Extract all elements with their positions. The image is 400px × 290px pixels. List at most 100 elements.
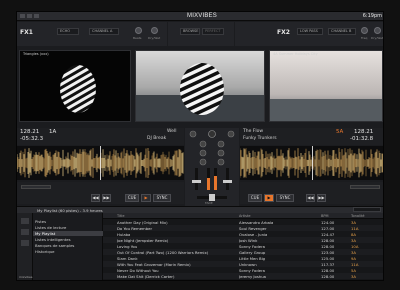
track-list: Title Artiste BPM Tonalité Another Day (…: [103, 213, 383, 280]
title-bar: MIXVIBES 6:19pm: [17, 12, 383, 21]
settings-icon[interactable]: [27, 14, 32, 18]
tree-item-history[interactable]: Historique: [35, 249, 54, 254]
layout-icon[interactable]: [34, 14, 39, 18]
track-artist: Jeremy Joshua: [239, 274, 266, 279]
deck-b-bpm: 128.21: [354, 129, 374, 135]
deck-a-header: 128.21 1A -05:32.3 Well DJ Break: [17, 128, 184, 145]
menu-icon[interactable]: [20, 14, 25, 18]
deck-b-loop-bar[interactable]: [350, 185, 380, 189]
deck-b-next-button[interactable]: ▶▶: [317, 194, 326, 202]
deck-b-prev-button[interactable]: ◀◀: [306, 194, 315, 202]
vu-meter-a-level: [207, 178, 210, 190]
tree-item-my-playlist[interactable]: My Playlist: [33, 231, 103, 236]
deck-b-key: 5A: [336, 129, 344, 135]
deck-a-key: 1A: [49, 129, 57, 135]
fx1-drywet-knob[interactable]: [151, 27, 158, 34]
deck-a-time: -05:32.3: [20, 136, 44, 142]
library-icon[interactable]: [21, 218, 29, 224]
video-right-title: 4A Summer Holidays City: [273, 52, 318, 56]
deck-b-cue-button[interactable]: CUE: [248, 194, 262, 202]
high-knob-b[interactable]: [217, 140, 225, 148]
table-row[interactable]: Make Dat Shit (Derrick Carter) Jeremy Jos…: [103, 273, 383, 279]
streaming-icon[interactable]: [21, 240, 29, 246]
master-knob[interactable]: [208, 130, 216, 138]
deck-b-time: -01:32.8: [350, 136, 374, 142]
track-rows: Another Day (Original Mix) Alessandro Arb…: [103, 219, 383, 280]
channel-fader-a-track: [195, 168, 198, 190]
video-preview-center: [135, 50, 265, 122]
channel-fader-b[interactable]: [223, 180, 232, 183]
track-bpm: 128.00: [321, 274, 335, 279]
low-knob-b[interactable]: [217, 158, 225, 166]
high-knob-a[interactable]: [199, 140, 207, 148]
deck-a-loop-bar[interactable]: [21, 185, 51, 189]
column-title[interactable]: Title: [117, 214, 125, 218]
striped-shape-image: [60, 65, 96, 113]
video-left-title: Triangles (xxx): [23, 52, 49, 56]
gain-knob-b[interactable]: [227, 130, 235, 138]
mixer-controls-graphic: [189, 130, 235, 201]
track-title: Make Dat Shit (Derrick Carter): [117, 274, 175, 279]
deck-b-waveform[interactable]: [240, 146, 383, 180]
fx1-drywet-label: Dry/Wet: [148, 36, 161, 40]
channel-fader-b-track: [226, 168, 229, 190]
explorer-icon[interactable]: [21, 229, 29, 235]
deck-a-transport: ◀◀ ▶▶ CUE ▶ SYNC: [17, 182, 184, 204]
column-artist[interactable]: Artiste: [239, 214, 251, 218]
window-controls: [20, 14, 39, 18]
clock: 6:19pm: [362, 13, 382, 19]
waveform-a-graphic: [17, 146, 184, 180]
fx2-panel: FX2 LOW PASS CHANNEL B Freq Dry/Wet: [235, 22, 384, 46]
library-tree: Pistes Listes de lecture My Playlist Lis…: [33, 213, 103, 280]
deck-a-next-button[interactable]: ▶▶: [102, 194, 111, 202]
mid-knob-a[interactable]: [199, 149, 207, 157]
crossfader-label: FADE: [205, 201, 213, 205]
gain-knob-a[interactable]: [189, 130, 197, 138]
fx1-effect-select[interactable]: ECHO: [57, 28, 79, 35]
low-knob-a[interactable]: [199, 158, 207, 166]
deck-a-title: Well: [167, 129, 177, 134]
tab-browse[interactable]: BROWSE: [180, 28, 200, 35]
tab-perfect[interactable]: PERFECT: [202, 28, 224, 35]
fx2-effect-select[interactable]: LOW PASS: [297, 28, 323, 35]
deck-a-cue-button[interactable]: CUE: [125, 194, 139, 202]
deck-b-play-button[interactable]: ▶: [264, 194, 274, 202]
summer-city-image: [270, 51, 382, 121]
fx2-channel-select[interactable]: CHANNEL B: [328, 28, 356, 35]
deck-a-play-button[interactable]: ▶: [141, 194, 151, 202]
channel-fader-a[interactable]: [192, 180, 201, 183]
deck-b-title: The Flow: [243, 129, 264, 134]
deck-b-sync-button[interactable]: SYNC: [276, 194, 294, 202]
app-logo: MIXVIBES: [187, 13, 217, 19]
column-key[interactable]: Tonalité: [351, 214, 365, 218]
fx1-beats-label: Beats: [133, 36, 142, 40]
deck-a-waveform[interactable]: [17, 146, 184, 180]
tree-item-sample-banks[interactable]: Banques de samples: [35, 243, 74, 248]
deck-a-prev-button[interactable]: ◀◀: [91, 194, 100, 202]
fx2-freq-knob[interactable]: [361, 27, 368, 34]
fx2-freq-label: Freq: [361, 36, 368, 40]
app-window: MIXVIBES 6:19pm FX1 ECHO CHANNEL A Beats…: [16, 11, 384, 281]
tree-item-smart-lists[interactable]: Listes intelligentes: [35, 237, 71, 242]
column-bpm[interactable]: BPM: [321, 214, 329, 218]
deck-b-transport: CUE ▶ SYNC ◀◀ ▶▶: [240, 182, 383, 204]
deck-a-artist: DJ Break: [147, 136, 167, 141]
fx2-drywet-label: Dry/Wet: [371, 36, 384, 40]
mid-knob-b[interactable]: [217, 149, 225, 157]
fx1-label: FX1: [20, 29, 33, 36]
fx1-beats-knob[interactable]: [135, 27, 142, 34]
deck-a-sync-button[interactable]: SYNC: [153, 194, 171, 202]
deck-a-bpm: 128.21: [20, 129, 40, 135]
crossfader[interactable]: [209, 194, 215, 201]
fx1-channel-select[interactable]: CHANNEL A: [89, 28, 119, 35]
track-key: 3A: [351, 274, 357, 279]
tree-item-playlists[interactable]: Listes de lecture: [35, 225, 66, 230]
fx2-drywet-knob[interactable]: [374, 27, 381, 34]
fx2-label: FX2: [277, 29, 290, 36]
video-preview-right: 4A Summer Holidays City: [269, 50, 383, 122]
browser-sidebar: [17, 213, 33, 280]
search-input[interactable]: [353, 207, 381, 212]
ocean-zebra-image: [136, 51, 264, 121]
deck-b-header: The Flow Funky Trunkers 5A 128.21 -01:32…: [240, 128, 383, 145]
tree-item-tracks[interactable]: Pistes: [35, 219, 46, 224]
